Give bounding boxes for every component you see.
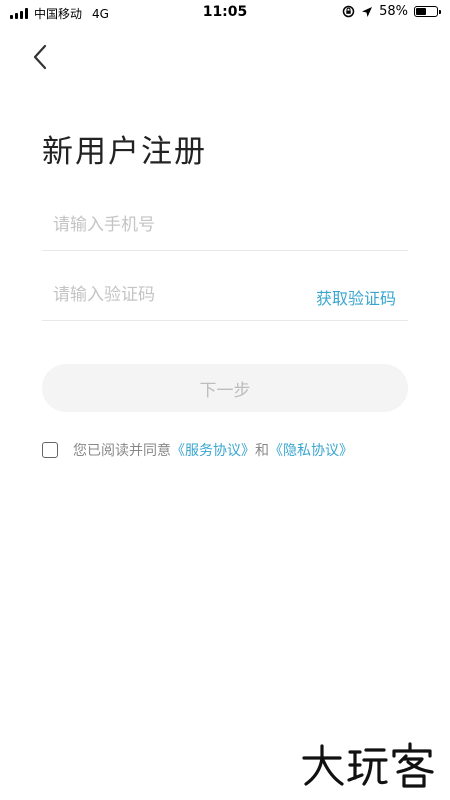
battery-icon: [414, 6, 441, 17]
phone-field-container: [42, 201, 408, 251]
rotation-lock-icon: [342, 5, 355, 18]
watermark-logo: [302, 742, 434, 788]
location-arrow-icon: [362, 6, 373, 17]
phone-input[interactable]: [42, 201, 303, 249]
agreement-prefix: 您已阅读并同意: [73, 443, 171, 459]
service-agreement-link[interactable]: 《服务协议》: [171, 443, 255, 459]
next-step-button[interactable]: 下一步: [42, 364, 408, 412]
status-right: 58%: [342, 4, 441, 19]
chevron-left-icon: [33, 44, 47, 70]
agreement-text: 您已阅读并同意《服务协议》和《隐私协议》: [73, 440, 353, 460]
page-title: 新用户注册: [42, 134, 207, 170]
privacy-agreement-link[interactable]: 《隐私协议》: [269, 443, 353, 459]
agreement-checkbox[interactable]: [42, 442, 58, 458]
status-bar: 中国移动 4G 11:05 58%: [0, 0, 450, 24]
agreement-row: 您已阅读并同意《服务协议》和《隐私协议》: [42, 440, 353, 460]
back-button[interactable]: [26, 40, 56, 74]
battery-percent: 58%: [379, 4, 408, 19]
battery-fill: [416, 8, 426, 15]
agreement-conjunction: 和: [255, 443, 269, 459]
verification-code-input[interactable]: [42, 271, 303, 319]
code-field-container: 获取验证码: [42, 271, 408, 321]
get-code-button[interactable]: 获取验证码: [316, 285, 396, 309]
